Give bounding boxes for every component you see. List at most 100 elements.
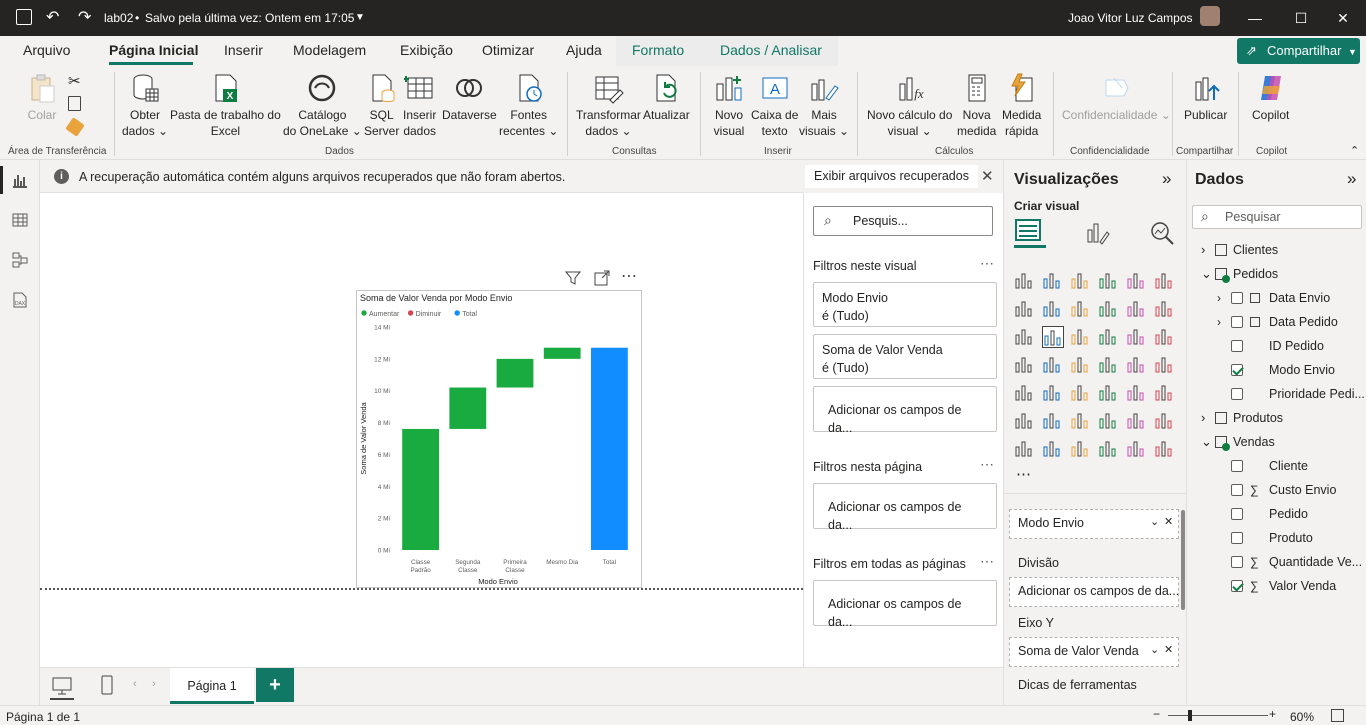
decomposition-tree-icon[interactable]: [1070, 410, 1092, 432]
model-view-icon[interactable]: [12, 252, 28, 268]
key-influencers-icon[interactable]: [1042, 410, 1064, 432]
field-node[interactable]: Produto: [1187, 527, 1366, 549]
field-checkbox[interactable]: [1231, 556, 1243, 568]
line-clustered-icon[interactable]: [1154, 298, 1176, 320]
tab-exibicao[interactable]: Exibição: [400, 42, 453, 58]
card-icon[interactable]: [1154, 354, 1176, 376]
format-painter-icon[interactable]: [65, 117, 85, 137]
tab-modelagem[interactable]: Modelagem: [293, 42, 366, 58]
ribbon-chart-icon[interactable]: [1014, 326, 1036, 348]
minimize-icon[interactable]: —: [1232, 0, 1278, 36]
chevron-down-icon[interactable]: ⌄: [1150, 643, 1159, 656]
table-node[interactable]: › Produtos: [1187, 407, 1366, 429]
avatar[interactable]: [1200, 6, 1220, 26]
field-checkbox[interactable]: [1231, 484, 1243, 496]
power-bi-icon[interactable]: [1126, 438, 1148, 460]
recent-sources-button[interactable]: Fontes recentes ⌄: [499, 72, 558, 139]
text-box-button[interactable]: A Caixa de texto: [751, 72, 798, 139]
chevron-right-icon[interactable]: ›: [1217, 311, 1221, 333]
tab-formato[interactable]: Formato: [632, 42, 684, 58]
field-well-breakdown[interactable]: Adicionar os campos de da...: [1009, 577, 1179, 607]
new-visual-button[interactable]: Novo visual: [713, 72, 745, 139]
zoom-slider-thumb[interactable]: [1188, 710, 1192, 721]
table-icon[interactable]: [1098, 382, 1120, 404]
matrix-icon[interactable]: [1126, 382, 1148, 404]
tab-ajuda[interactable]: Ajuda: [566, 42, 602, 58]
field-node[interactable]: › Data Envio: [1187, 287, 1366, 309]
zoom-out-icon[interactable]: −: [1153, 707, 1160, 721]
add-all-pages-filter-well[interactable]: Adicionar os campos de da...: [813, 580, 997, 629]
table-node[interactable]: › Clientes: [1187, 239, 1366, 261]
field-checkbox[interactable]: [1231, 388, 1243, 400]
close-icon[interactable]: ✕: [981, 167, 994, 185]
add-page-filter-well[interactable]: Adicionar os campos de da...: [813, 483, 997, 532]
tab-dados-analisar[interactable]: Dados / Analisar: [720, 42, 822, 58]
stacked-bar-icon[interactable]: [1014, 270, 1036, 292]
funnel-icon[interactable]: [1070, 326, 1092, 348]
prev-page-icon[interactable]: ‹: [133, 678, 137, 690]
tab-pagina-inicial[interactable]: Página Inicial: [109, 42, 198, 58]
chevron-right-icon[interactable]: ›: [1217, 287, 1221, 309]
maximize-icon[interactable]: ☐: [1278, 0, 1324, 36]
next-page-icon[interactable]: ›: [152, 678, 156, 690]
stacked-column-icon[interactable]: [1042, 270, 1064, 292]
donut-icon[interactable]: [1154, 326, 1176, 348]
desktop-layout-icon[interactable]: [52, 677, 72, 695]
sql-server-button[interactable]: SQL Server: [364, 72, 399, 139]
table-view-icon[interactable]: [12, 212, 28, 228]
slicer-icon[interactable]: [1070, 382, 1092, 404]
field-node[interactable]: ID Pedido: [1187, 335, 1366, 357]
line-column-icon[interactable]: [1126, 298, 1148, 320]
paginated-report-icon[interactable]: [1014, 438, 1036, 460]
field-node[interactable]: › Data Pedido: [1187, 311, 1366, 333]
analytics-icon[interactable]: [1149, 220, 1175, 246]
copy-icon[interactable]: [68, 96, 81, 111]
qa-icon[interactable]: [1098, 410, 1120, 432]
filter-card-modo-envio[interactable]: Modo Envio é (Tudo): [813, 282, 997, 327]
arrow-icon[interactable]: [1154, 438, 1176, 460]
line-icon[interactable]: [1014, 298, 1036, 320]
chevron-down-icon[interactable]: ⌄: [1201, 431, 1212, 453]
field-node[interactable]: Pedido: [1187, 503, 1366, 525]
python-visual-icon[interactable]: [1014, 410, 1036, 432]
kpi-icon[interactable]: [1042, 382, 1064, 404]
share-button[interactable]: ⇗ Compartilhar ▼: [1237, 38, 1360, 64]
pie-icon[interactable]: [1126, 326, 1148, 348]
scatter-icon[interactable]: [1098, 326, 1120, 348]
field-well-x-axis[interactable]: Modo Envio ⌄ ✕: [1009, 509, 1179, 539]
close-icon[interactable]: ✕: [1320, 0, 1366, 36]
field-node[interactable]: Cliente: [1187, 455, 1366, 477]
more-options-icon[interactable]: ⋯: [980, 255, 994, 272]
azure-map-icon[interactable]: [1098, 354, 1120, 376]
100-bar-icon[interactable]: [1126, 270, 1148, 292]
build-visual-tab[interactable]: [1014, 218, 1046, 248]
chevron-right-icon[interactable]: ›: [1201, 239, 1205, 261]
more-visuals-button[interactable]: Mais visuais ⌄: [799, 72, 849, 139]
publish-button[interactable]: Publicar: [1184, 72, 1227, 123]
chevron-right-icon[interactable]: ›: [1201, 407, 1205, 429]
more-options-icon[interactable]: ⋯: [980, 456, 994, 473]
field-checkbox[interactable]: [1231, 508, 1243, 520]
remove-icon[interactable]: ✕: [1164, 515, 1173, 528]
paste-button[interactable]: Colar: [26, 72, 58, 123]
100-column-icon[interactable]: [1154, 270, 1176, 292]
stacked-area-icon[interactable]: [1070, 298, 1092, 320]
report-canvas[interactable]: ⋯ Soma de Valor Venda por Modo Envio Aume…: [40, 193, 803, 667]
dataverse-button[interactable]: Dataverse: [442, 72, 497, 123]
tab-arquivo[interactable]: Arquivo: [23, 42, 70, 58]
field-checkbox[interactable]: [1231, 364, 1243, 376]
data-search-input[interactable]: ⌕ Pesquisar: [1192, 205, 1362, 229]
field-checkbox[interactable]: [1231, 292, 1243, 304]
tab-otimizar[interactable]: Otimizar: [482, 42, 534, 58]
enter-data-button[interactable]: Inserir dados: [403, 72, 436, 139]
field-well-y-axis[interactable]: Soma de Valor Venda ⌄ ✕: [1009, 637, 1179, 667]
save-icon[interactable]: [16, 9, 32, 25]
filter-search-input[interactable]: ⌕ Pesquis...: [813, 206, 993, 236]
fit-to-page-icon[interactable]: [1331, 709, 1344, 722]
collapse-ribbon-icon[interactable]: ⌃: [1350, 144, 1359, 157]
more-options-icon[interactable]: ⋯: [980, 553, 994, 570]
show-recovered-files-button[interactable]: Exibir arquivos recuperados: [805, 165, 978, 188]
field-checkbox[interactable]: [1231, 532, 1243, 544]
table-node[interactable]: ⌄ Vendas: [1187, 431, 1366, 453]
power-apps-icon[interactable]: [1042, 438, 1064, 460]
